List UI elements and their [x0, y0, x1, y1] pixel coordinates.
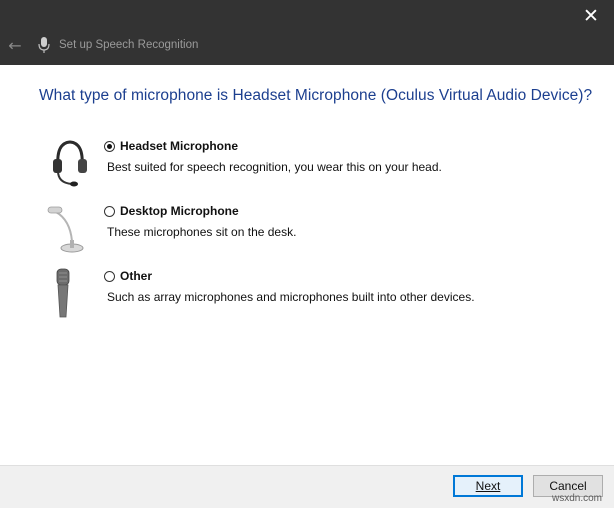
title-bar: ✕ ← Set up Speech Recognition	[0, 0, 614, 65]
option-label: Desktop Microphone	[120, 204, 239, 218]
watermark: wsxdn.com	[551, 493, 602, 504]
option-label: Other	[120, 269, 153, 283]
option-desktop[interactable]: Desktop Microphone These microphones sit…	[0, 202, 614, 262]
window-title: Set up Speech Recognition	[59, 39, 199, 51]
microphone-icon	[38, 37, 50, 53]
option-description: Such as array microphones and microphone…	[107, 290, 475, 304]
desktop-microphone-icon	[47, 206, 84, 253]
radio-headset[interactable]	[104, 141, 115, 152]
radio-desktop[interactable]	[104, 206, 115, 217]
next-button[interactable]: Next	[453, 475, 523, 497]
option-description: Best suited for speech recognition, you …	[107, 160, 442, 174]
question-heading: What type of microphone is Headset Micro…	[39, 87, 593, 104]
back-arrow-icon[interactable]: ←	[6, 34, 24, 56]
radio-other[interactable]	[104, 271, 115, 282]
next-button-label: Next	[475, 479, 501, 493]
option-description: These microphones sit on the desk.	[107, 225, 297, 239]
close-icon[interactable]: ✕	[568, 0, 614, 32]
option-other[interactable]: Other Such as array microphones and micr…	[0, 267, 614, 327]
option-headset[interactable]: Headset Microphone Best suited for speec…	[0, 137, 614, 197]
wizard-content: What type of microphone is Headset Micro…	[0, 65, 614, 465]
headset-icon	[53, 140, 87, 187]
option-label: Headset Microphone	[120, 139, 239, 153]
button-footer: Next Cancel	[0, 465, 614, 508]
handheld-microphone-icon	[56, 268, 70, 318]
